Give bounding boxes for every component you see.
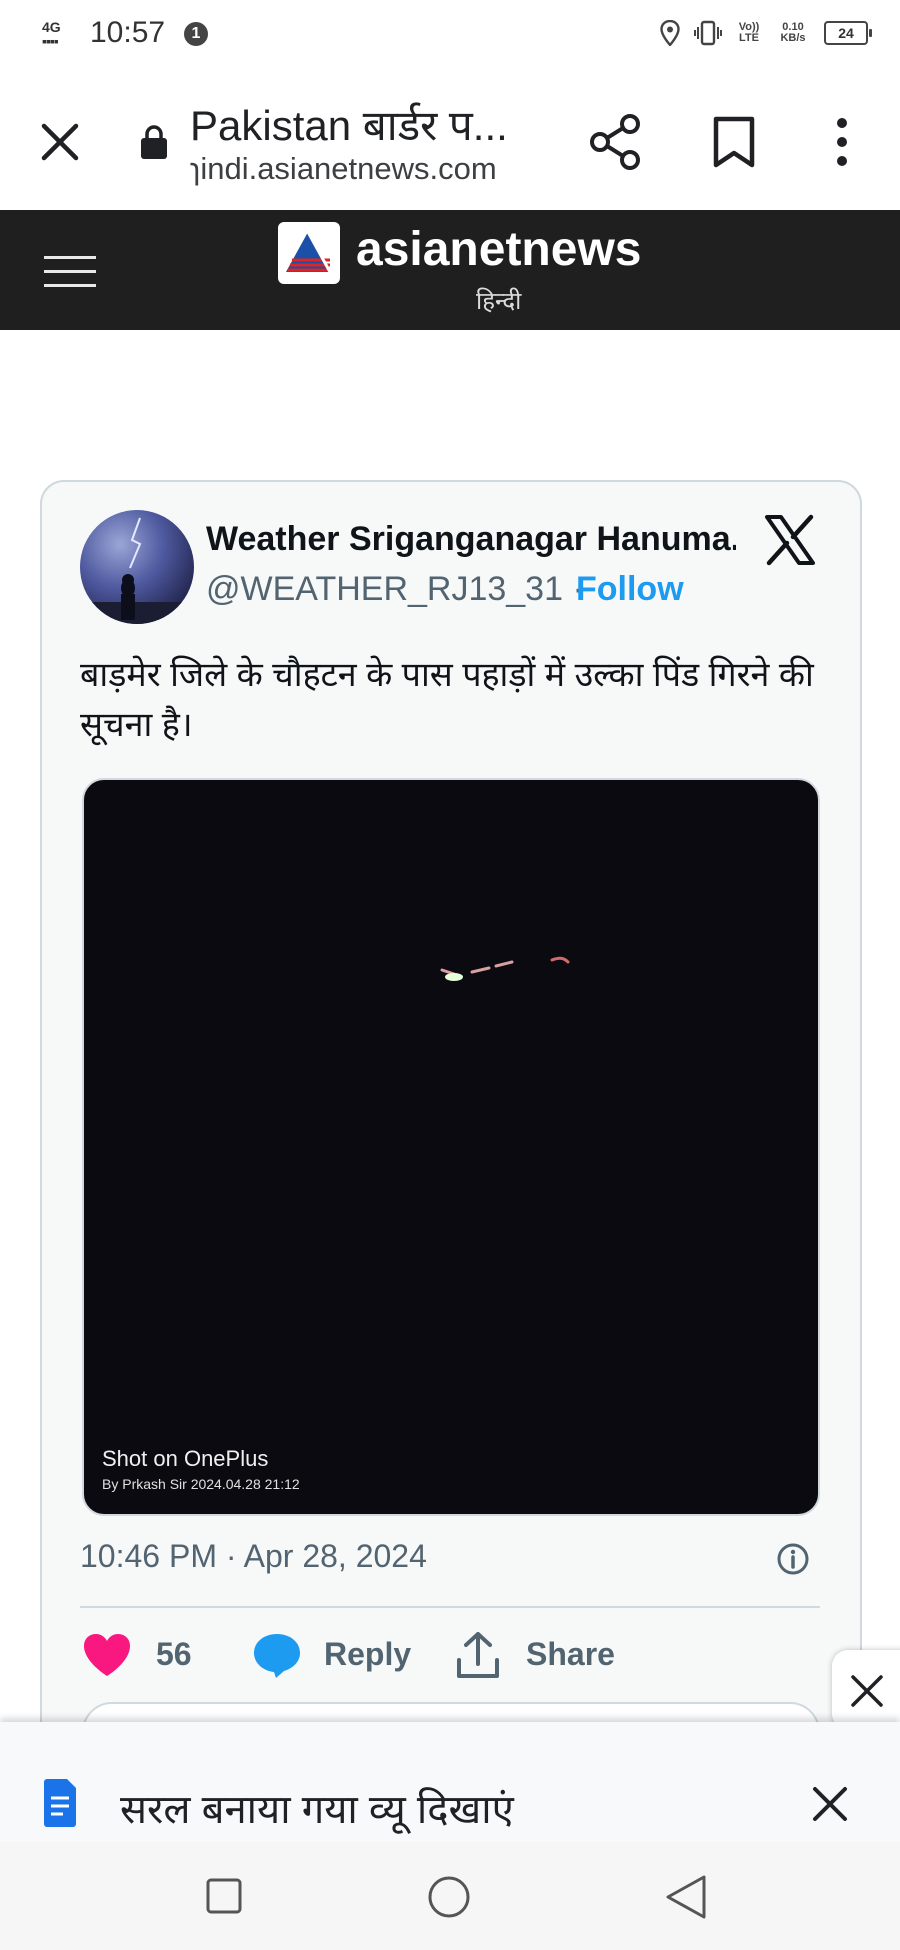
hamburger-menu-icon[interactable] <box>44 256 96 288</box>
lock-icon[interactable] <box>140 124 168 160</box>
share-button[interactable]: Share <box>526 1636 615 1673</box>
site-brand[interactable]: asianetnews <box>356 222 641 277</box>
battery-icon: 24 <box>824 21 872 45</box>
share-icon[interactable] <box>588 112 644 172</box>
reply-icon[interactable] <box>252 1632 302 1678</box>
home-circle-icon[interactable] <box>428 1876 470 1918</box>
vibrate-icon <box>694 20 722 46</box>
avatar[interactable] <box>80 510 194 624</box>
volte-indicator: Vo)) LTE <box>738 21 760 44</box>
info-icon[interactable] <box>776 1542 810 1576</box>
asianet-logo-icon[interactable] <box>278 222 340 284</box>
status-bar: 4G ▪▪▪▪ 10:57 1 Vo)) LTE 0.10 KB/s 24 <box>0 0 900 70</box>
close-icon[interactable] <box>38 120 82 164</box>
media-watermark-title: Shot on OnePlus <box>102 1446 269 1471</box>
recents-square-icon[interactable] <box>206 1878 242 1914</box>
follow-button[interactable]: Follow <box>576 570 684 609</box>
tweet-author-handle[interactable]: @WEATHER_RJ13_31 · <box>206 570 584 609</box>
close-icon[interactable] <box>850 1674 884 1708</box>
battery-level: 24 <box>838 25 854 41</box>
network-indicator: 4G ▪▪▪▪ <box>42 19 61 49</box>
page-url[interactable]: ɿindi.asianetnews.com <box>190 151 535 187</box>
tweet-text: बाड़मेर जिले के चौहटन के पास पहाड़ों में… <box>80 656 814 744</box>
simplified-view-label[interactable]: सरल बनाया गया व्यू दिखाएं <box>120 1780 514 1835</box>
upload-share-icon[interactable] <box>456 1630 500 1680</box>
site-brand-language: हिन्दी <box>476 288 522 315</box>
reply-button[interactable]: Reply <box>324 1636 411 1673</box>
back-triangle-icon[interactable] <box>664 1874 708 1920</box>
bookmark-icon[interactable] <box>712 116 756 168</box>
ad-close-button[interactable] <box>832 1650 900 1730</box>
divider <box>80 1606 820 1608</box>
page-title: Pakistan बार्डर प... <box>190 102 508 149</box>
close-icon[interactable] <box>812 1786 848 1822</box>
tweet-author-name[interactable]: Weather Sriganganagar Hanuma... <box>206 520 736 559</box>
media-watermark-credit: By Prkash Sir 2024.04.28 21:12 <box>102 1476 300 1492</box>
like-count[interactable]: 56 <box>156 1636 192 1673</box>
location-icon <box>660 20 680 46</box>
x-logo-icon[interactable] <box>764 514 816 566</box>
data-speed: 0.10 KB/s <box>780 21 806 44</box>
status-icons: Vo)) LTE 0.10 KB/s 24 <box>660 20 872 46</box>
more-vert-icon[interactable] <box>830 116 854 168</box>
document-icon <box>44 1779 76 1827</box>
tweet-media-image[interactable] <box>82 778 820 1516</box>
notification-badge: 1 <box>184 22 208 46</box>
heart-icon[interactable] <box>82 1632 132 1678</box>
tweet-timestamp[interactable]: 10:46 PM · Apr 28, 2024 <box>80 1538 427 1575</box>
clock: 10:57 <box>90 16 166 49</box>
